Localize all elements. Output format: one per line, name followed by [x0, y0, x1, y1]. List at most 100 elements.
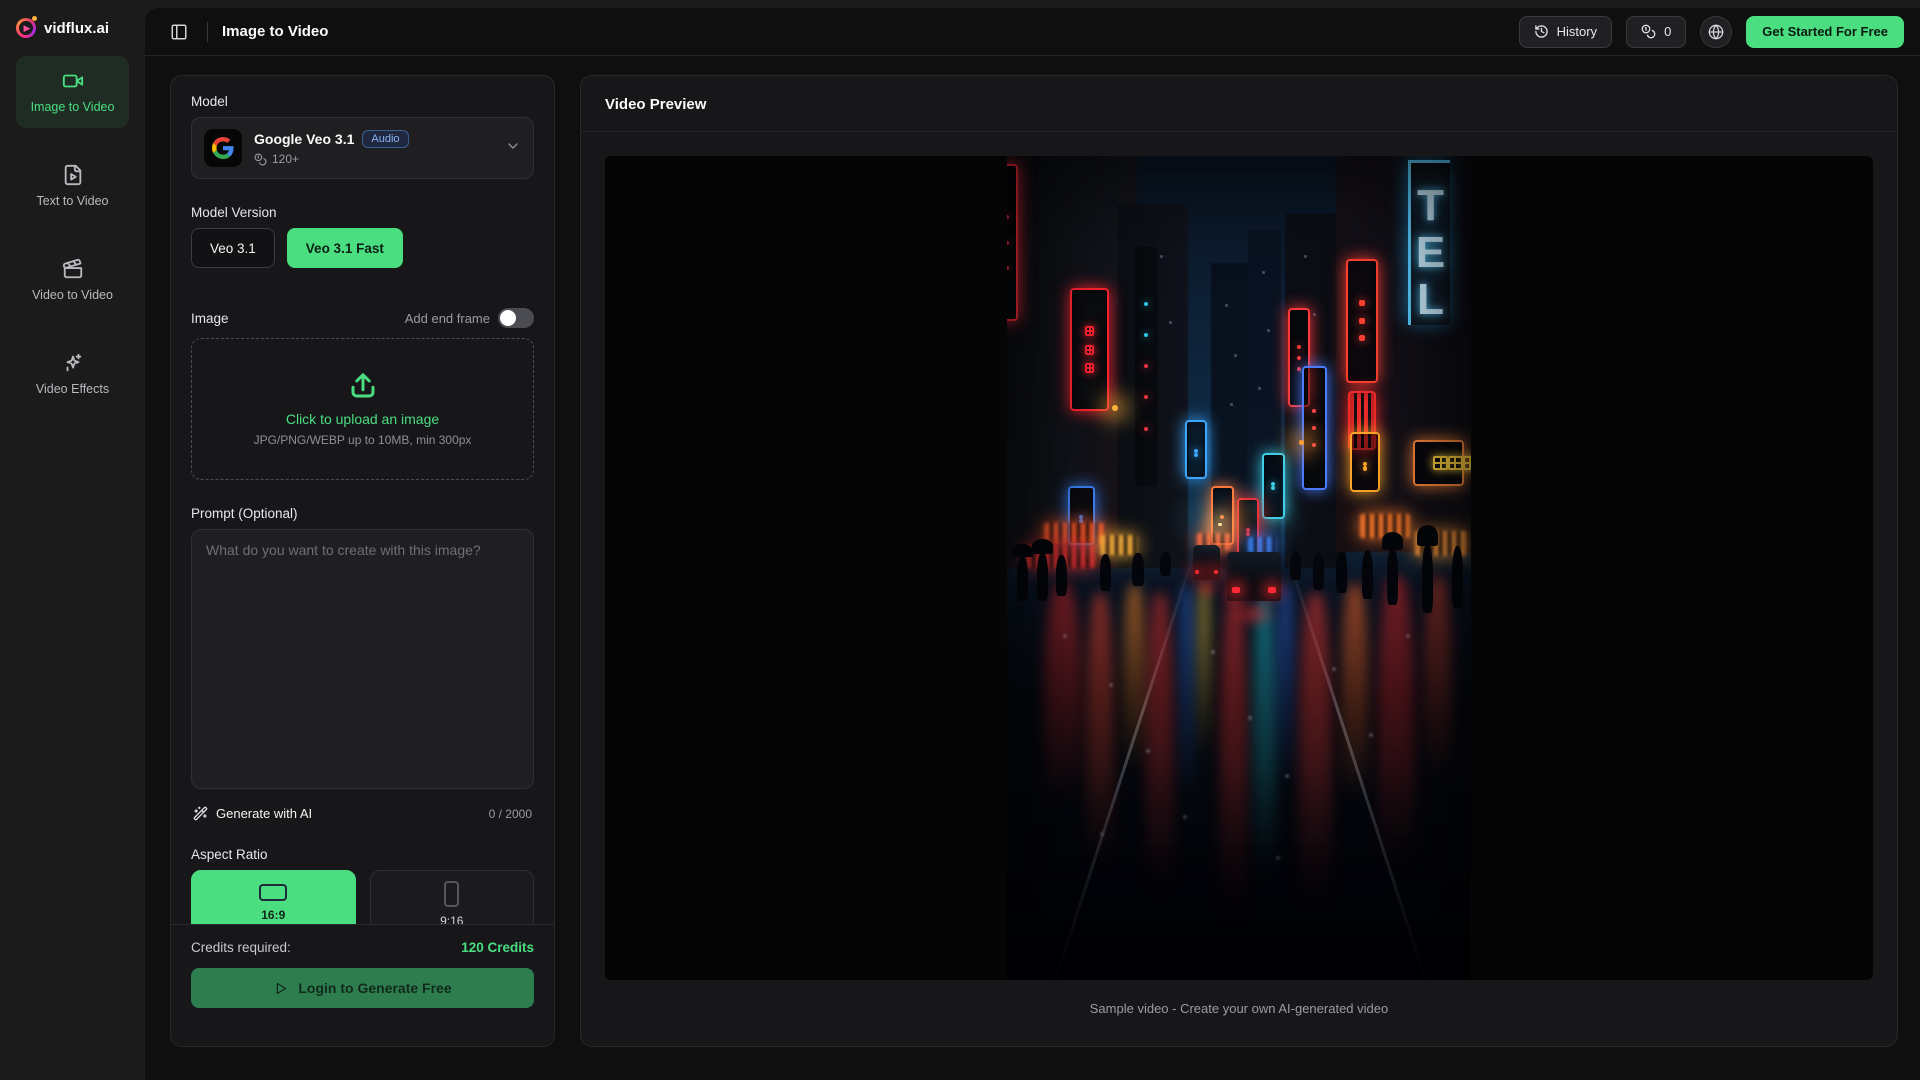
topbar-right: History 0 Get Started For Free [1519, 16, 1904, 48]
win [1234, 354, 1237, 357]
car [1193, 545, 1221, 580]
aspect-ratio-label: Aspect Ratio [191, 847, 534, 862]
video-caption: Sample video - Create your own AI-genera… [581, 980, 1897, 1016]
history-label: History [1557, 24, 1597, 39]
model-version-label: Model Version [191, 205, 534, 220]
neon-sign [1135, 247, 1158, 486]
person [1132, 553, 1143, 586]
speck [1211, 650, 1215, 654]
speck [1063, 634, 1067, 638]
audio-badge: Audio [362, 130, 408, 148]
neon-glyph [1297, 367, 1301, 371]
brand-logo-icon [16, 18, 36, 38]
sidebar-item-label: Image to Video [31, 100, 115, 114]
person [1422, 543, 1433, 613]
model-credits-note: 120+ [272, 152, 299, 166]
refl [1197, 584, 1211, 782]
portrait-ratio-icon [444, 881, 459, 907]
video-stage[interactable]: TEL [605, 156, 1873, 980]
language-button[interactable] [1700, 16, 1732, 48]
sidebar-item-video-effects[interactable]: Video Effects [16, 338, 129, 410]
image-upload-dropzone[interactable]: Click to upload an image JPG/PNG/WEBP up… [191, 338, 534, 480]
topbar: Image to Video History 0 Get Started For… [145, 8, 1920, 56]
tel-letter: T [1417, 184, 1444, 228]
credits-count: 0 [1664, 24, 1671, 39]
light-bar [1044, 523, 1104, 544]
refl [1044, 584, 1081, 831]
refl [1253, 593, 1276, 923]
aspect-16-9-card[interactable]: 16:9 [191, 870, 356, 924]
version-veo-31-button[interactable]: Veo 3.1 [191, 228, 275, 268]
page-title: Image to Video [222, 23, 328, 40]
sidebar-item-video-to-video[interactable]: Video to Video [16, 244, 129, 316]
history-button[interactable]: History [1519, 16, 1612, 48]
person [1017, 556, 1028, 601]
person [1100, 554, 1111, 591]
neon-glyph [1312, 443, 1316, 447]
neon-glyph [1085, 326, 1095, 336]
divider [207, 22, 208, 42]
generate-with-ai-label: Generate with AI [216, 806, 312, 821]
sidebar: vidflux.ai Image to Video Text to Video … [0, 0, 145, 1080]
brand[interactable]: vidflux.ai [0, 14, 145, 56]
file-play-icon [62, 164, 84, 186]
umbrella-silhouette [1012, 544, 1033, 558]
prompt-input[interactable] [191, 529, 534, 789]
get-started-button[interactable]: Get Started For Free [1746, 16, 1904, 48]
neon-glyph [1220, 515, 1224, 519]
form-scroll-area[interactable]: Model Google Veo 3.1 Audio [171, 76, 554, 924]
win [1313, 313, 1316, 316]
neon-glyph [1007, 266, 1009, 270]
person [1313, 553, 1324, 590]
login-to-generate-button[interactable]: Login to Generate Free [191, 968, 534, 1008]
neon-glyph [1271, 486, 1275, 490]
video-preview-title: Video Preview [581, 76, 1897, 132]
generate-with-ai-button[interactable]: Generate with AI [193, 806, 312, 821]
model-name: Google Veo 3.1 [254, 131, 354, 147]
neon-glyph [1312, 409, 1316, 413]
umbrella-silhouette [1382, 532, 1403, 549]
sidebar-item-label: Text to Video [36, 194, 108, 208]
google-logo-icon [204, 129, 242, 167]
video-camera-icon [62, 70, 84, 92]
sidebar-toggle-button[interactable] [165, 18, 193, 46]
upload-icon [348, 371, 378, 401]
login-to-generate-label: Login to Generate Free [298, 980, 451, 996]
sidebar-item-text-to-video[interactable]: Text to Video [16, 150, 129, 222]
neon-glyph [1359, 300, 1365, 306]
taillight [1195, 570, 1199, 574]
generation-form-panel: Model Google Veo 3.1 Audio [170, 75, 555, 1047]
refl [1123, 584, 1146, 798]
speck [1332, 667, 1336, 671]
aspect-9-16-card[interactable]: 9:16 [370, 870, 535, 924]
neon-glyph [1433, 456, 1448, 471]
model-label: Model [191, 94, 534, 109]
chevron-down-icon [505, 138, 521, 159]
neon-glyph [1144, 395, 1148, 399]
refl [1220, 593, 1248, 972]
wand-icon [193, 806, 208, 821]
neon-sign [1346, 259, 1378, 383]
neon-glyph [1144, 333, 1148, 337]
neon-glyph [1297, 345, 1301, 349]
refl [1299, 593, 1331, 956]
refl [1378, 576, 1415, 906]
neon-sign [1413, 440, 1464, 485]
taillight [1214, 570, 1218, 574]
win [1230, 403, 1233, 406]
win [1160, 255, 1163, 258]
neon-glyph [1144, 364, 1148, 368]
tel-letter: E [1416, 231, 1445, 275]
model-select[interactable]: Google Veo 3.1 Audio 120+ [191, 117, 534, 179]
end-frame-toggle[interactable] [498, 308, 534, 328]
neon-glyph [1448, 456, 1463, 471]
version-veo-31-fast-button[interactable]: Veo 3.1 Fast [287, 228, 403, 268]
toggle-knob [500, 310, 516, 326]
neon-glyph [1144, 427, 1148, 431]
neon-sign [1302, 366, 1327, 490]
refl [1179, 584, 1195, 831]
person [1452, 546, 1463, 608]
sidebar-item-image-to-video[interactable]: Image to Video [16, 56, 129, 128]
credits-pill[interactable]: 0 [1626, 16, 1686, 48]
sidebar-item-label: Video Effects [36, 382, 109, 396]
